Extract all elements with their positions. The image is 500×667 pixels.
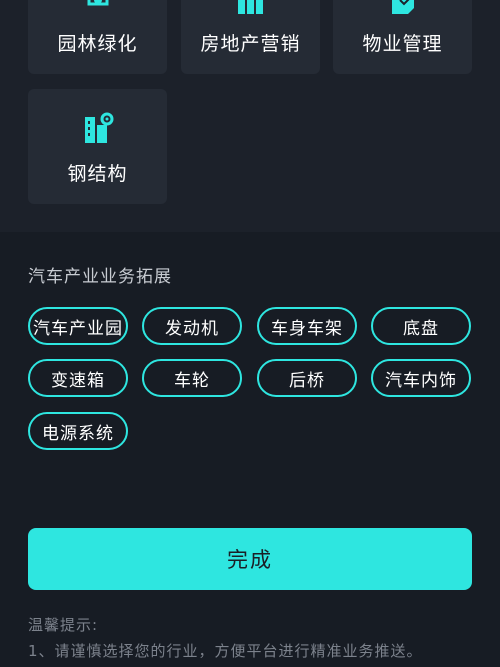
- property-icon: [388, 0, 418, 18]
- tag-interior[interactable]: 汽车内饰: [371, 359, 471, 397]
- tag-wheel[interactable]: 车轮: [142, 359, 242, 397]
- tile-label: 物业管理: [362, 33, 443, 55]
- tile-property[interactable]: 物业管理: [333, 0, 472, 74]
- tip-line-1: 1、请谨慎选择您的行业，方便平台进行精准业务推送。: [28, 642, 423, 660]
- real-estate-icon: [236, 0, 266, 18]
- tag-auto-park[interactable]: 汽车产业园: [28, 307, 128, 345]
- tag-power-system[interactable]: 电源系统: [28, 412, 128, 450]
- tile-label: 房地产营销: [200, 33, 301, 55]
- done-button[interactable]: 完成: [28, 528, 472, 590]
- steel-building-icon: [81, 111, 115, 149]
- tag-rear-axle[interactable]: 后桥: [257, 359, 357, 397]
- industry-grid-panel: 园林绿化 房地产营销 物业管理 钢结构: [0, 0, 500, 232]
- tag-engine[interactable]: 发动机: [142, 307, 242, 345]
- tile-steel[interactable]: 钢结构: [28, 89, 167, 204]
- tile-real-estate[interactable]: 房地产营销: [181, 0, 320, 74]
- garden-icon: [83, 0, 113, 18]
- tile-label: 园林绿化: [57, 33, 138, 55]
- tile-garden[interactable]: 园林绿化: [28, 0, 167, 74]
- tip-title: 温馨提示:: [28, 616, 99, 634]
- tile-label: 钢结构: [67, 163, 128, 185]
- tag-gearbox[interactable]: 变速箱: [28, 359, 128, 397]
- tag-body-frame[interactable]: 车身车架: [257, 307, 357, 345]
- section-title: 汽车产业业务拓展: [28, 267, 172, 287]
- tag-chassis[interactable]: 底盘: [371, 307, 471, 345]
